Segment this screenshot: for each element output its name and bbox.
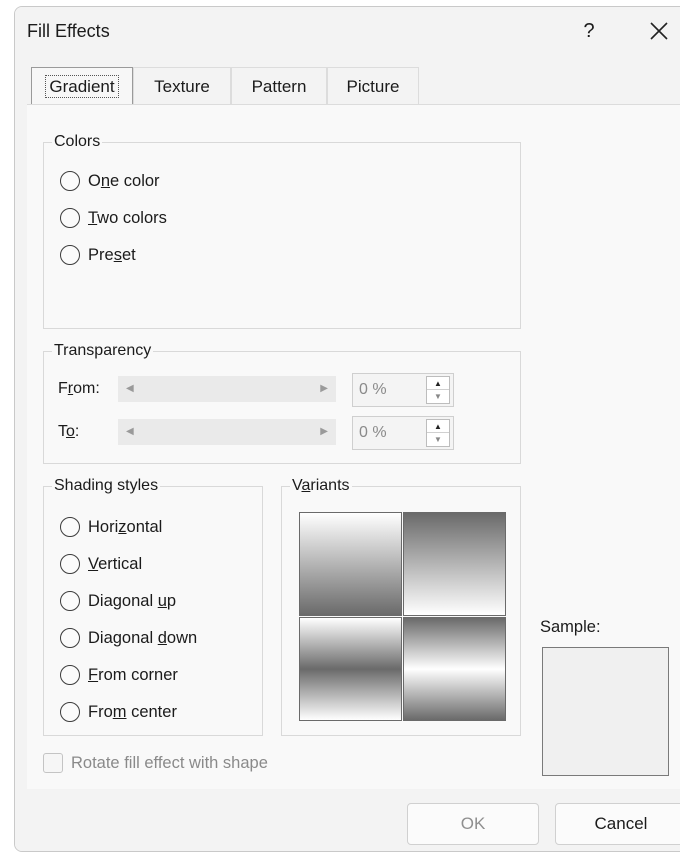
- variant-1[interactable]: [299, 512, 402, 616]
- radio-label: Diagonal up: [88, 591, 177, 610]
- to-value: 0 %: [359, 424, 387, 441]
- radio-circle: [60, 702, 80, 722]
- radio-from-center[interactable]: From center: [60, 702, 177, 722]
- shading-styles-group: Shading styles Horizontal Vertical Diago…: [43, 477, 263, 736]
- radio-label: Two colors: [88, 208, 167, 227]
- radio-circle: [60, 208, 80, 228]
- to-label: To:: [58, 423, 80, 440]
- dialog-title: Fill Effects: [27, 21, 110, 41]
- spin-buttons: ▲ ▼: [426, 419, 450, 447]
- shading-styles-legend: Shading styles: [52, 477, 161, 495]
- transparency-legend: Transparency: [52, 342, 154, 360]
- spin-up-button[interactable]: ▲: [427, 420, 449, 433]
- variant-2[interactable]: [403, 512, 506, 616]
- spin-buttons: ▲ ▼: [426, 376, 450, 404]
- radio-label: Diagonal down: [88, 628, 198, 647]
- close-icon: [650, 22, 668, 40]
- to-slider[interactable]: ◀ ▶: [118, 419, 336, 445]
- radio-one-color[interactable]: One color: [60, 171, 160, 191]
- rotate-fill-checkbox[interactable]: Rotate fill effect with shape: [43, 753, 268, 773]
- to-spinner[interactable]: 0 % ▲ ▼: [352, 416, 454, 450]
- spin-down-button[interactable]: ▼: [427, 433, 449, 446]
- radio-label: From corner: [88, 665, 178, 684]
- radio-diagonal-up[interactable]: Diagonal up: [60, 591, 176, 611]
- tab-label: Pattern: [251, 77, 307, 96]
- radio-label: One color: [88, 171, 160, 190]
- right-arrow-icon: ▶: [320, 383, 328, 394]
- tab-texture[interactable]: Texture: [133, 67, 231, 105]
- variant-4[interactable]: [403, 617, 506, 721]
- radio-circle: [60, 245, 80, 265]
- radio-horizontal[interactable]: Horizontal: [60, 517, 162, 537]
- radio-circle: [60, 591, 80, 611]
- tab-pattern[interactable]: Pattern: [231, 67, 327, 105]
- right-arrow-icon: ▶: [320, 426, 328, 437]
- left-arrow-icon: ◀: [126, 383, 134, 394]
- from-spinner[interactable]: 0 % ▲ ▼: [352, 373, 454, 407]
- cancel-button[interactable]: Cancel: [555, 803, 680, 845]
- dialog-footer: OK Cancel: [15, 789, 680, 851]
- close-button[interactable]: [637, 15, 680, 47]
- variants-legend: Variants: [290, 477, 352, 495]
- sample-preview: [542, 647, 669, 776]
- checkbox-label: Rotate fill effect with shape: [71, 753, 268, 772]
- radio-diagonal-down[interactable]: Diagonal down: [60, 628, 197, 648]
- colors-group: Colors One color Two colors Preset: [43, 133, 521, 329]
- transparency-group: Transparency From: ◀ ▶ 0 % ▲ ▼ To: ◀ ▶ 0…: [43, 342, 521, 464]
- title-bar: Fill Effects ?: [15, 7, 680, 53]
- radio-circle: [60, 628, 80, 648]
- from-value: 0 %: [359, 381, 387, 398]
- fill-effects-dialog: Fill Effects ? Gradient Texture Pattern …: [14, 6, 680, 852]
- radio-label: Vertical: [88, 554, 143, 573]
- radio-circle: [60, 517, 80, 537]
- radio-from-corner[interactable]: From corner: [60, 665, 178, 685]
- spin-up-button[interactable]: ▲: [427, 377, 449, 390]
- radio-circle: [60, 665, 80, 685]
- colors-legend: Colors: [52, 133, 103, 151]
- radio-vertical[interactable]: Vertical: [60, 554, 142, 574]
- radio-circle: [60, 554, 80, 574]
- radio-circle: [60, 171, 80, 191]
- radio-preset[interactable]: Preset: [60, 245, 136, 265]
- ok-button[interactable]: OK: [407, 803, 539, 845]
- help-button[interactable]: ?: [571, 15, 607, 47]
- variant-3[interactable]: [299, 617, 402, 721]
- tab-label: Texture: [154, 77, 210, 96]
- checkbox-box: [43, 753, 63, 773]
- variants-group: Variants: [281, 477, 521, 736]
- tab-label: Picture: [346, 77, 400, 96]
- radio-label: From center: [88, 702, 177, 721]
- from-slider[interactable]: ◀ ▶: [118, 376, 336, 402]
- radio-two-colors[interactable]: Two colors: [60, 208, 167, 228]
- radio-label: Horizontal: [88, 517, 163, 536]
- sample-label: Sample:: [540, 618, 601, 636]
- radio-label: Preset: [88, 245, 136, 264]
- spin-down-button[interactable]: ▼: [427, 390, 449, 403]
- left-arrow-icon: ◀: [126, 426, 134, 437]
- tab-gradient[interactable]: Gradient: [31, 67, 133, 105]
- tab-label: Gradient: [45, 75, 119, 98]
- tab-picture[interactable]: Picture: [327, 67, 419, 105]
- from-label: From:: [58, 380, 100, 397]
- gradient-panel: Colors One color Two colors Preset Trans…: [27, 104, 680, 789]
